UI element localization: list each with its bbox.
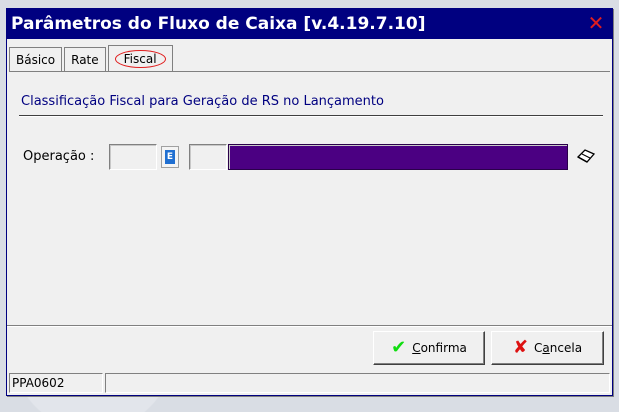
operacao-sub-field[interactable]	[189, 144, 227, 170]
status-bar: PPA0602	[7, 373, 612, 395]
cancel-button-label: Cancela	[534, 341, 582, 355]
tab-fiscal[interactable]: Fiscal	[107, 45, 173, 71]
tab-basico-label: Básico	[16, 52, 56, 67]
tab-bar: Básico Rate Fiscal	[7, 45, 612, 71]
confirm-accelerator: C	[412, 341, 421, 355]
confirm-rest: onfirma	[420, 341, 467, 355]
close-icon[interactable]: ✕	[586, 13, 606, 33]
operacao-description-field[interactable]	[228, 144, 568, 170]
footer-divider	[7, 325, 612, 327]
tab-rate-label: Rate	[71, 52, 99, 67]
window-title: Parâmetros do Fluxo de Caixa [v.4.19.7.1…	[11, 14, 426, 34]
title-bar[interactable]: Parâmetros do Fluxo de Caixa [v.4.19.7.1…	[7, 9, 612, 39]
section-title: Classificação Fiscal para Geração de RS …	[21, 94, 384, 109]
confirm-button-label: Confirma	[412, 341, 467, 355]
dialog-window: Parâmetros do Fluxo de Caixa [v.4.19.7.1…	[6, 8, 613, 396]
check-icon: ✔	[391, 337, 407, 358]
confirm-button[interactable]: ✔ Confirma	[373, 331, 485, 365]
operacao-code-field[interactable]	[109, 144, 157, 170]
fiscal-panel: Classificação Fiscal para Geração de RS …	[9, 71, 610, 327]
lookup-icon: E	[165, 150, 175, 164]
eraser-icon[interactable]	[576, 148, 596, 164]
operacao-lookup-button[interactable]: E	[161, 146, 179, 168]
cancel-accelerator: a	[542, 341, 550, 355]
section-divider	[19, 115, 603, 117]
cancel-rest: ncela	[549, 341, 583, 355]
tab-fiscal-label: Fiscal	[114, 49, 166, 68]
status-program-code: PPA0602	[9, 373, 103, 393]
cancel-button[interactable]: ✘ Cancela	[491, 331, 604, 365]
tab-basico[interactable]: Básico	[9, 47, 63, 71]
status-message	[105, 373, 610, 393]
tab-rate[interactable]: Rate	[64, 47, 106, 71]
x-icon: ✘	[512, 337, 529, 358]
operacao-label: Operação :	[23, 149, 95, 164]
